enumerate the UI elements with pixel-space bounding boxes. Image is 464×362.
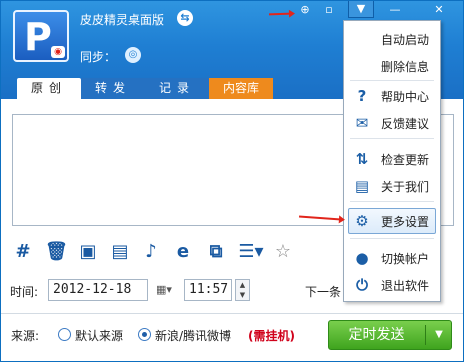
- menu-separator: [350, 238, 434, 239]
- menu-item-label: 退出软件: [381, 279, 430, 293]
- trash-icon[interactable]: 🗑: [45, 241, 68, 263]
- tab-content-library[interactable]: 内容库: [209, 78, 273, 99]
- document-icon: ▤: [354, 177, 370, 195]
- music-icon[interactable]: ♪: [140, 241, 162, 263]
- user-icon: ●: [355, 249, 369, 267]
- app-logo-icon: P: [24, 15, 52, 59]
- send-separator: [425, 325, 426, 345]
- source-default-radio[interactable]: [58, 328, 71, 341]
- menu-item-label: 检查更新: [381, 153, 430, 167]
- date-field[interactable]: 2012-12-18: [48, 279, 148, 301]
- hash-icon[interactable]: #: [12, 241, 34, 263]
- time-field[interactable]: 11:57: [184, 279, 232, 301]
- sync-weibo-icon[interactable]: ◎: [125, 47, 141, 63]
- menu-item-label: 删除信息: [381, 60, 430, 74]
- image-icon[interactable]: ▣: [77, 241, 99, 263]
- mail-icon: ✉: [355, 114, 369, 132]
- restore-icon[interactable]: ▫: [321, 1, 337, 19]
- menu-separator: [350, 138, 434, 139]
- menu-item-feedback[interactable]: ✉ 反馈建议: [344, 110, 440, 136]
- divider: [1, 313, 463, 314]
- menu-item-label: 关于我们: [381, 180, 430, 194]
- time-label: 时间:: [10, 285, 39, 299]
- menu-dropdown-button[interactable]: ▼: [348, 1, 374, 18]
- source-row: 来源: 默认来源 新浪/腾讯微博 (需挂机): [1, 325, 331, 345]
- menu-item-about-us[interactable]: ▤ 关于我们: [344, 173, 440, 199]
- tab-records[interactable]: 记录: [145, 78, 209, 99]
- minimize-button[interactable]: —: [375, 1, 415, 19]
- menu-separator: [350, 80, 434, 81]
- menu-item-exit[interactable]: ⏻ 退出软件: [344, 272, 440, 298]
- stepper-down-icon[interactable]: ▼: [236, 290, 249, 300]
- tab-repost[interactable]: 转发: [81, 78, 145, 99]
- star-icon[interactable]: ☆: [272, 241, 294, 263]
- pin-icon[interactable]: ⊕: [297, 1, 313, 19]
- menu-separator: [350, 201, 434, 202]
- source-weibo-radio[interactable]: [138, 328, 151, 341]
- time-stepper[interactable]: ▲ ▼: [235, 279, 250, 301]
- video-icon[interactable]: ▤: [109, 241, 131, 263]
- send-options-icon[interactable]: ▼: [427, 321, 451, 349]
- calendar-icon[interactable]: ▦▾: [151, 280, 177, 300]
- tab-original[interactable]: 原创: [17, 78, 81, 99]
- scheduled-send-button[interactable]: 定时发送 ▼: [328, 320, 452, 350]
- menu-item-more-settings[interactable]: ⚙ 更多设置: [348, 208, 436, 234]
- stepper-up-icon[interactable]: ▲: [236, 280, 249, 290]
- menu-item-label: 更多设置: [381, 215, 430, 229]
- close-button[interactable]: ✕: [419, 1, 459, 19]
- app-window: P ◉ 皮皮精灵桌面版 ⇆ 同步： ◎ ⊕ ▫ ▼ — ✕ 原创 转发 记录 内…: [0, 0, 464, 362]
- copy-icon[interactable]: ⧉: [205, 241, 227, 263]
- menu-item-label: 自动启动: [381, 33, 430, 47]
- power-icon: ⏻: [356, 276, 368, 294]
- next-item-label[interactable]: 下一条: [305, 283, 341, 300]
- source-label: 来源:: [11, 329, 40, 343]
- ie-icon[interactable]: e: [172, 241, 194, 263]
- list-dropdown-icon[interactable]: ☰▾: [236, 241, 266, 263]
- send-label[interactable]: 定时发送: [329, 321, 424, 349]
- settings-menu: 自动启动 删除信息 ? 帮助中心 ✉ 反馈建议 ⇅ 检查更新 ▤ 关于我们 ⚙ …: [343, 20, 441, 302]
- menu-item-label: 帮助中心: [381, 90, 430, 104]
- gear-icon: ⚙: [355, 212, 369, 230]
- sync-label: 同步：: [80, 50, 117, 64]
- source-weibo-label[interactable]: 新浪/腾讯微博: [155, 327, 231, 344]
- avatar[interactable]: P ◉: [13, 10, 69, 62]
- menu-item-help-center[interactable]: ? 帮助中心: [344, 83, 440, 109]
- source-default-label[interactable]: 默认来源: [75, 327, 123, 344]
- menu-item-delete-info[interactable]: 删除信息: [344, 53, 440, 79]
- app-title: 皮皮精灵桌面版: [80, 13, 165, 27]
- help-icon: ?: [357, 87, 367, 105]
- refresh-icon: ⇅: [355, 150, 369, 168]
- menu-item-label: 切换帐户: [381, 252, 430, 266]
- menu-item-label: 反馈建议: [381, 117, 430, 131]
- menu-item-switch-account[interactable]: ● 切换帐户: [344, 245, 440, 271]
- weibo-icon: ◉: [51, 46, 65, 58]
- need-hang-note: (需挂机): [248, 329, 295, 343]
- menu-item-auto-start[interactable]: 自动启动: [344, 26, 440, 52]
- switch-account-icon[interactable]: ⇆: [177, 10, 193, 26]
- menu-item-check-update[interactable]: ⇅ 检查更新: [344, 146, 440, 172]
